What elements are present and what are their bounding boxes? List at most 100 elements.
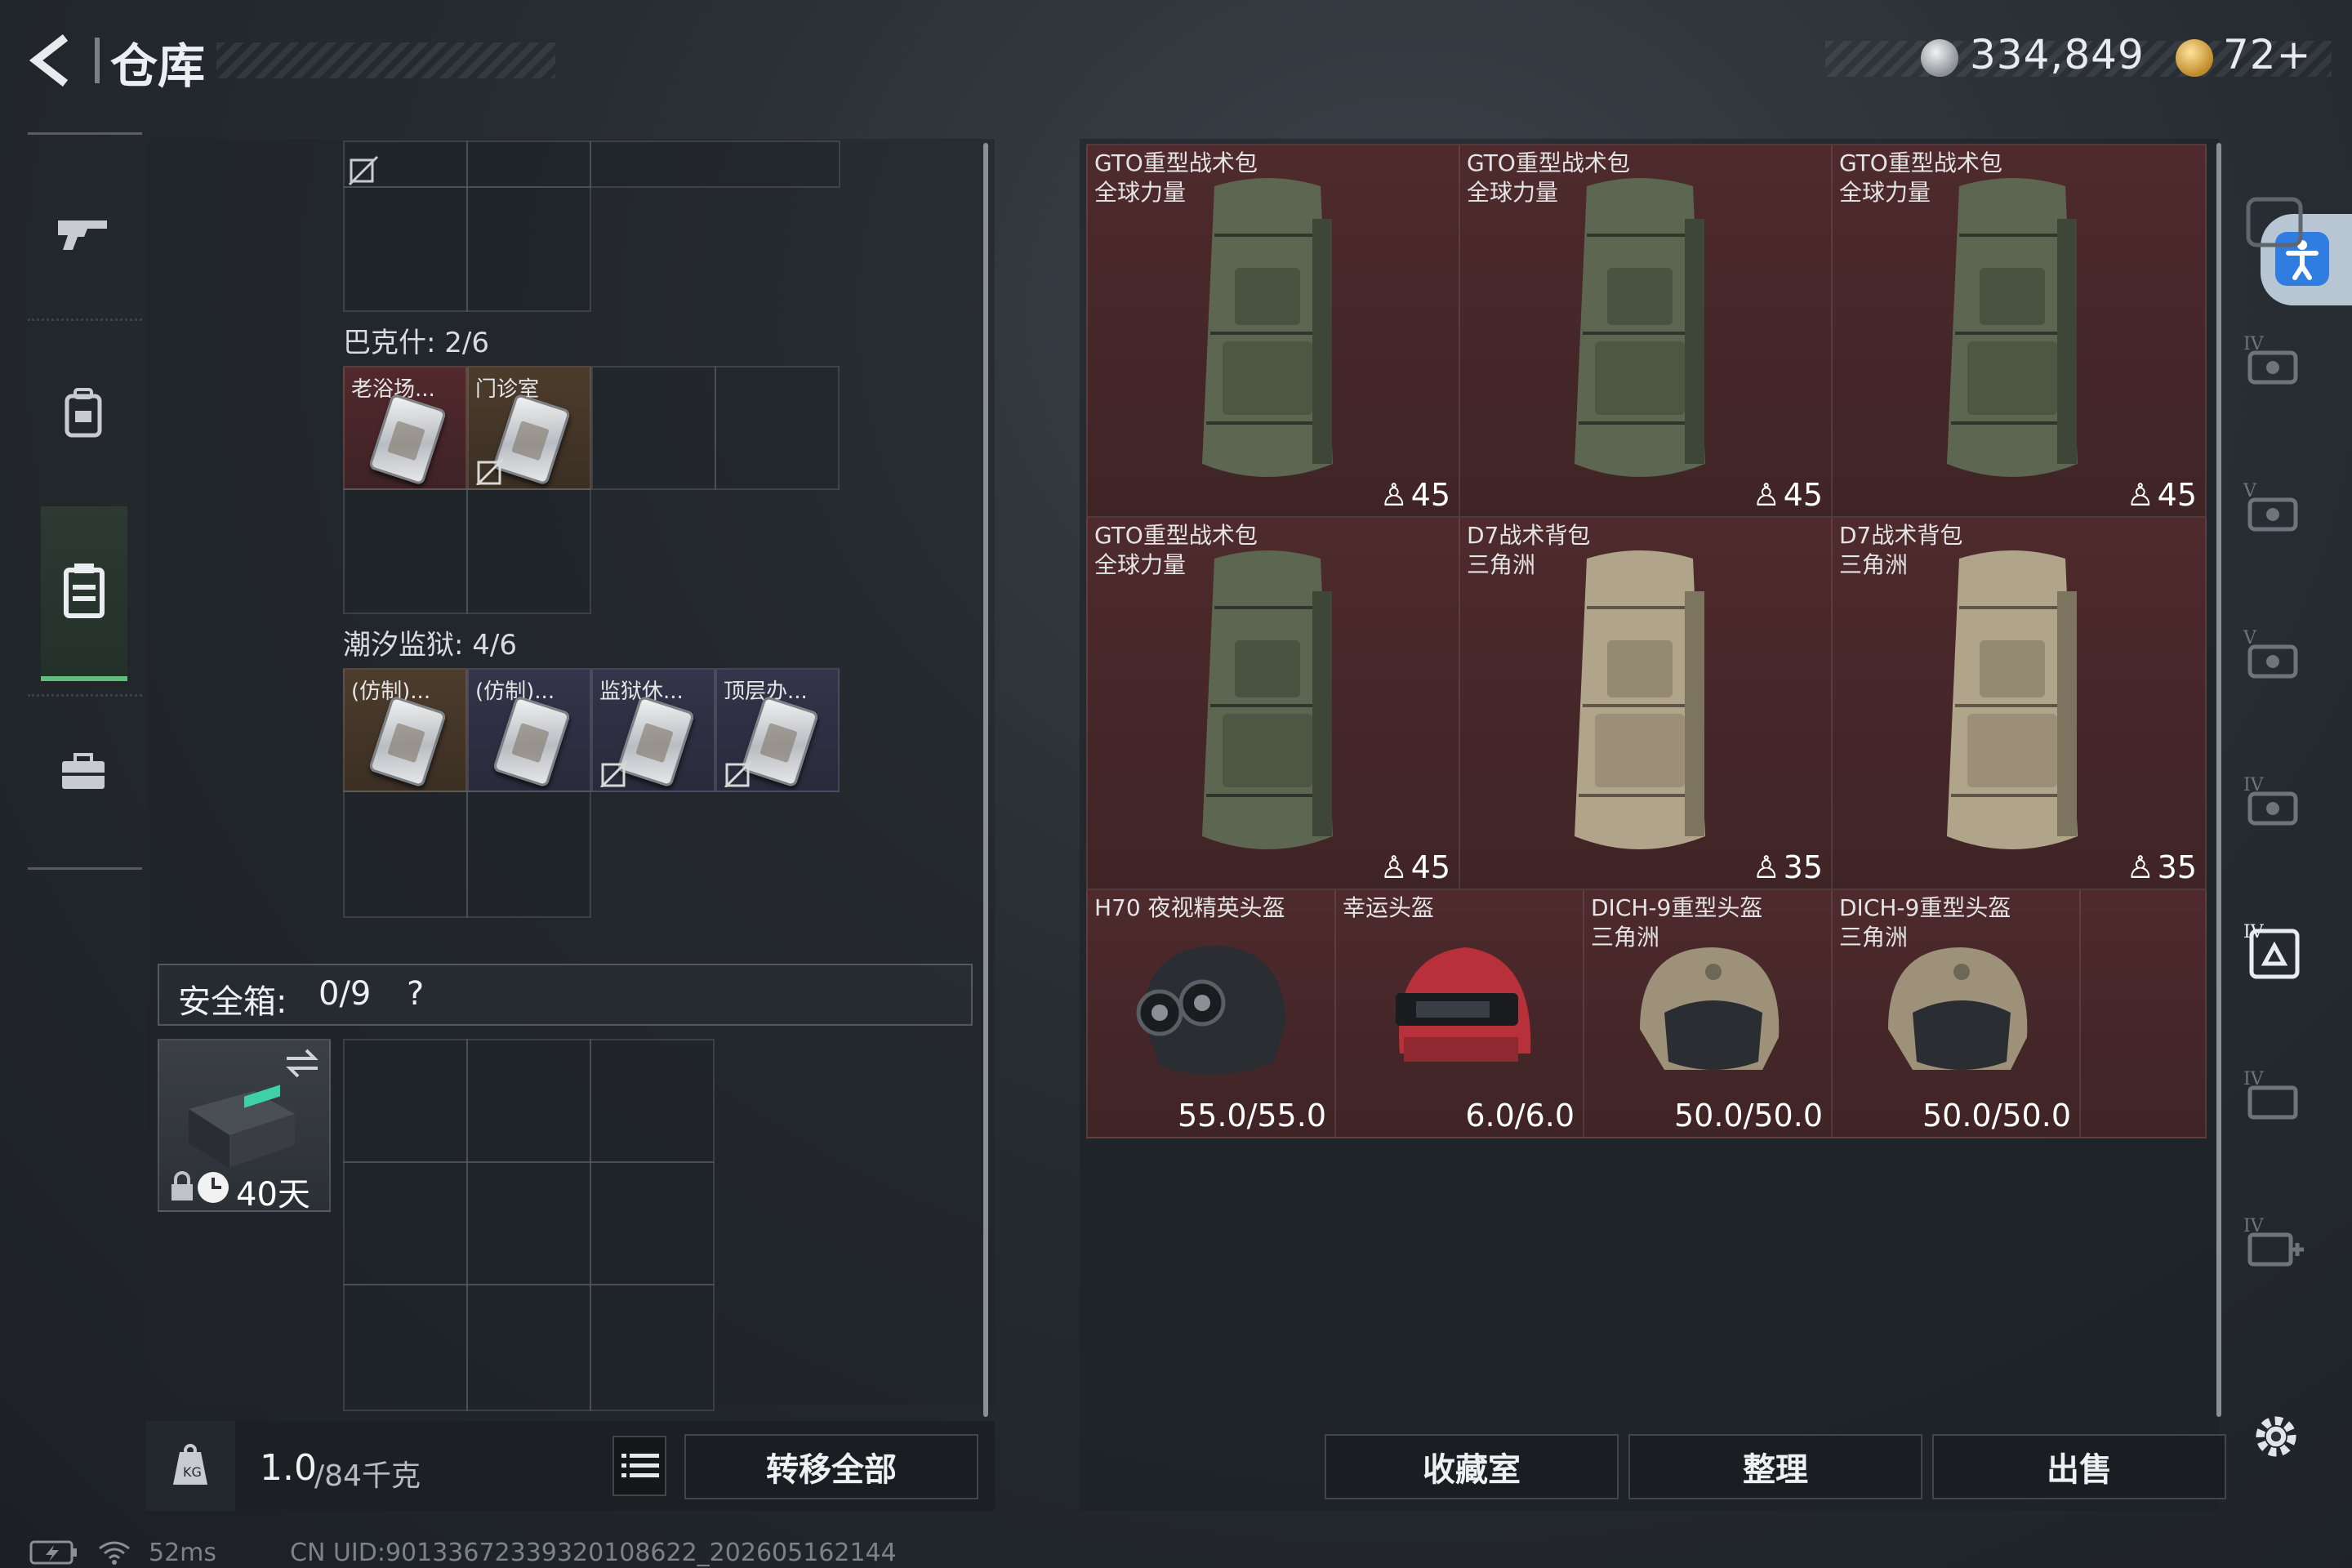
key-card-item[interactable]: 老浴场... <box>343 366 467 490</box>
transfer-all-button[interactable]: 转移全部 <box>684 1434 978 1499</box>
backpack-capacity: ♙ 45 <box>1752 477 1823 513</box>
left-scrollbar[interactable] <box>983 143 988 1417</box>
backpack-item[interactable]: GTO重型战术包 全球力量 ♙ 45 <box>1086 516 1460 890</box>
ping-text: 52ms <box>149 1539 217 1567</box>
key-card-icon <box>368 393 448 486</box>
no-trade-icon <box>724 760 753 787</box>
sort-button[interactable]: 整理 <box>1628 1434 1922 1499</box>
backpack-item[interactable]: GTO重型战术包 全球力量 ♙ 45 <box>1086 144 1460 518</box>
backpack-item[interactable]: GTO重型战术包 全球力量 ♙ 45 <box>1831 144 2207 518</box>
grid-cell[interactable] <box>466 1039 591 1163</box>
grid-cell[interactable] <box>343 1161 468 1285</box>
helmet-icon <box>1396 947 1531 1062</box>
key-card-item[interactable]: 顶层办... <box>715 668 840 792</box>
key-card-item[interactable]: 门诊室 <box>467 366 591 490</box>
nav-vest-active[interactable] <box>41 506 127 681</box>
helmet-icon <box>1136 946 1286 1076</box>
helmet-durability: 50.0/50.0 <box>1673 1098 1823 1134</box>
grid-cell[interactable] <box>466 186 591 312</box>
vest-icon <box>64 564 105 618</box>
grid-cell[interactable] <box>590 140 840 188</box>
helmet-durability: 6.0/6.0 <box>1465 1098 1575 1134</box>
grid-cell[interactable] <box>343 1039 468 1163</box>
safe-box-item[interactable]: 40天 <box>158 1039 331 1214</box>
nav-case[interactable] <box>41 694 126 849</box>
backpack-icon <box>1575 178 1705 477</box>
sell-button[interactable]: 出售 <box>1932 1434 2226 1499</box>
grid-cell[interactable] <box>343 791 468 918</box>
backpack-capacity: ♙ 35 <box>2126 849 2197 885</box>
title-stripe <box>216 42 555 78</box>
nav-sep-1 <box>28 318 142 321</box>
back-arrow-icon <box>29 34 69 87</box>
weight-lock-box: KG <box>145 1421 235 1511</box>
safe-box-count: 0/9 <box>318 975 372 1013</box>
gun-icon <box>58 220 107 250</box>
help-button[interactable]: ? <box>407 975 424 1013</box>
grid-cell[interactable] <box>466 1161 591 1285</box>
section-label-bakhsh: 巴克什: 2/6 <box>343 327 489 359</box>
wifi-icon <box>99 1541 130 1565</box>
section-label-prison: 潮汐监狱: 4/6 <box>343 629 517 662</box>
helmet-item[interactable]: DICH-9重型头盔 三角洲 50.0/50.0 <box>1831 889 2081 1138</box>
key-card-icon <box>492 695 572 788</box>
briefcase-icon <box>62 753 105 789</box>
safe-box-days: 40天 <box>236 1176 310 1214</box>
no-trade-icon <box>599 760 629 787</box>
settings-gear-icon[interactable] <box>2247 1408 2305 1465</box>
empty-slot[interactable] <box>2079 889 2207 1138</box>
right-scrollbar[interactable] <box>2216 143 2221 1417</box>
grid-cell[interactable] <box>466 791 591 918</box>
uid-text: CN UID:9013367233932010862​2_20260516214… <box>290 1539 897 1567</box>
nav-weapons[interactable] <box>41 155 126 310</box>
key-card-item[interactable]: (仿制)... <box>467 668 591 792</box>
nav-backpack[interactable] <box>41 335 126 490</box>
nav-top-line <box>28 132 142 135</box>
helmet-item[interactable]: 幸运头盔 6.0/6.0 <box>1334 889 1584 1138</box>
back-button[interactable] <box>24 31 82 88</box>
key-card-item[interactable]: (仿制)... <box>343 668 467 792</box>
grid-cell[interactable] <box>466 488 591 614</box>
list-icon <box>621 1454 659 1477</box>
grid-cell[interactable] <box>343 488 468 614</box>
backpack-capacity: ♙ 45 <box>1379 477 1450 513</box>
currency-main: 334,849 <box>1970 31 2145 78</box>
currency-secondary[interactable]: 72+ <box>2223 31 2312 78</box>
stash-tab-7-icon[interactable]: IV <box>2242 1063 2307 1129</box>
nav-bottom-line <box>28 867 142 870</box>
backpack-item[interactable]: D7战术背包 三角洲 ♙ 35 <box>1459 516 1833 890</box>
grid-cell[interactable] <box>343 1284 468 1411</box>
stash-tab-3-icon[interactable]: V <box>2242 475 2307 541</box>
backpack-capacity: ♙ 45 <box>1379 849 1450 885</box>
grid-cell[interactable] <box>590 1039 715 1163</box>
grid-cell[interactable] <box>590 1284 715 1411</box>
grid-cell[interactable] <box>343 186 468 312</box>
no-trade-icon <box>348 155 379 186</box>
add-stash-icon[interactable]: IV <box>2242 1210 2307 1276</box>
stash-tab-5-icon[interactable]: IV <box>2242 769 2307 835</box>
list-view-button[interactable] <box>612 1436 666 1496</box>
grid-cell[interactable] <box>591 366 716 490</box>
helmet-durability: 50.0/50.0 <box>1922 1098 2071 1134</box>
key-card-icon <box>368 695 448 788</box>
backpack-capacity: ♙ 45 <box>2126 477 2197 513</box>
grid-cell[interactable] <box>590 1161 715 1285</box>
helmet-item[interactable]: H70 夜视精英头盔 55.0/55.0 <box>1086 889 1336 1138</box>
collection-button[interactable]: 收藏室 <box>1325 1434 1619 1499</box>
grid-cell[interactable] <box>466 1284 591 1411</box>
stash-tab-active-icon[interactable]: IV <box>2242 916 2307 982</box>
weight-value: 1.0 <box>260 1447 317 1489</box>
backpack-icon <box>1947 178 2078 477</box>
coin-icon <box>1921 39 1958 77</box>
backpack-item[interactable]: D7战术背包 三角洲 ♙ 35 <box>1831 516 2207 890</box>
page-title: 仓库 <box>110 38 206 94</box>
stash-tab-2-icon[interactable]: IV <box>2242 328 2307 394</box>
grid-cell[interactable] <box>715 366 840 490</box>
storage-slot-icon[interactable] <box>2242 188 2307 253</box>
stash-tab-4-icon[interactable]: V <box>2242 622 2307 688</box>
grid-cell[interactable] <box>466 140 591 188</box>
key-card-item[interactable]: 监狱休... <box>591 668 715 792</box>
title-divider <box>95 38 100 83</box>
helmet-item[interactable]: DICH-9重型头盔 三角洲 50.0/50.0 <box>1583 889 1833 1138</box>
backpack-item[interactable]: GTO重型战术包 全球力量 ♙ 45 <box>1459 144 1833 518</box>
